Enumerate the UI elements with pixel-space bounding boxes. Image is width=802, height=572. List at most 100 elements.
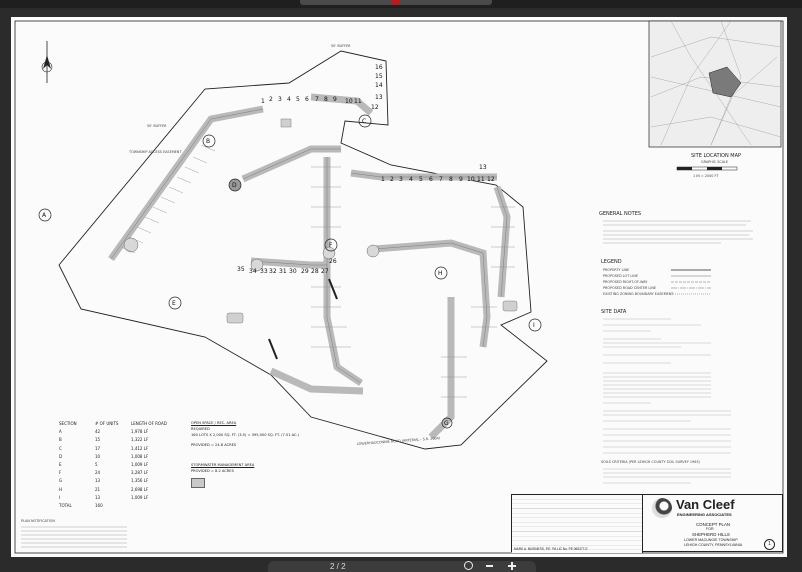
cell: 1,009 LF (131, 462, 149, 468)
table-row: B 15 1,322 LF (59, 436, 183, 444)
legend-item-label: PROPERTY LINE (603, 268, 629, 272)
page-indicator: 2 / 2 (330, 562, 346, 571)
stormwater-value: PROVIDED = 8.2 ACRES (191, 469, 234, 473)
plan-sheet: A B C D E F G H I 1 2 3 4 5 6 7 8 9 10 1… (11, 17, 787, 557)
scale-bar (676, 166, 738, 171)
lot-number: 12 (371, 104, 379, 111)
cell: 10 (95, 453, 101, 459)
lot-number: 7 (439, 176, 443, 183)
cell: 1,008 LF (131, 453, 149, 459)
section-label-b: B (206, 138, 210, 145)
table-header: SECTION # OF UNITS LENGTH OF ROAD (59, 420, 183, 428)
buffer-label-top: 50' BUFFER (331, 44, 351, 48)
lot-number: 6 (429, 176, 433, 183)
lot-number: 31 (279, 268, 287, 275)
lot-number: 11 (354, 98, 362, 105)
section-label-a: A (42, 212, 47, 219)
lot-number: 9 (333, 96, 337, 103)
table-total-row: TOTAL 160 (59, 502, 183, 510)
cell: 5 (95, 462, 98, 468)
scale-text: 1 IN = 2000 FT (693, 174, 719, 178)
lot-number: 15 (375, 73, 383, 80)
lot-number: 33 (260, 268, 268, 275)
lot-number: 5 (296, 96, 300, 103)
viewer-tab[interactable] (300, 0, 492, 5)
lot-number: 5 (419, 176, 423, 183)
site-data-title: SITE DATA (601, 309, 627, 315)
cell: 1,009 LF (131, 494, 149, 500)
legend: PROPERTY LINE PROPOSED LOT LINE PROPOSED… (603, 268, 711, 296)
lot-number: 29 (301, 268, 309, 275)
section-label-h: H (438, 270, 443, 277)
site-location-map (648, 20, 782, 148)
cell: C (59, 445, 62, 451)
close-indicator[interactable] (392, 0, 400, 5)
lot-number: 7 (315, 96, 319, 103)
lot-number: 14 (375, 82, 383, 89)
legend-item-label: EXISTING ZONING BOUNDARY EASEMENT (603, 292, 674, 296)
lot-number: 9 (459, 176, 463, 183)
lot-number: 30 (289, 268, 297, 275)
cell: 1,978 LF (131, 429, 149, 435)
legend-item-label: PROPOSED ROAD CENTER LINE (603, 286, 656, 290)
township: LOWER MACUNGIE TOWNSHIP (684, 538, 738, 542)
required-value: 160 LOTS X 2,000 SQ. FT. (3.5) = 395,000… (191, 433, 300, 437)
lot-number: 16 (375, 64, 383, 71)
zoom-in-icon[interactable] (508, 562, 516, 570)
lot-number: 6 (305, 96, 309, 103)
cell: 24 (95, 470, 101, 476)
cell: A (59, 429, 62, 435)
stormwater-basins (226, 118, 518, 324)
cell: 42 (95, 429, 101, 435)
cell: 17 (95, 445, 101, 451)
provided-label: PROVIDED = 24.8 ACRES (191, 443, 237, 447)
lot-number: 1 (261, 98, 265, 105)
cell: H (59, 486, 63, 492)
general-notes-text (603, 220, 753, 244)
company-subtitle: ENGINEERING ASSOCIATES (677, 512, 732, 517)
street-network (108, 93, 511, 440)
cell: 3,287 LF (131, 470, 149, 476)
total-units: 160 (95, 503, 103, 509)
lot-number: 13 (479, 164, 487, 171)
revision-table (512, 495, 643, 553)
lot-number: 4 (287, 96, 291, 103)
cell: G (59, 478, 63, 484)
graphic-scale-label: GRAPHIC SCALE (701, 160, 728, 164)
stormwater-swatch (191, 478, 205, 488)
company-logo (652, 498, 672, 518)
open-space-block: OPEN SPACE / REC. AREA REQUIRED 160 LOTS… (191, 420, 301, 488)
section-label-d: D (232, 182, 237, 189)
cell: 1,322 LF (131, 437, 149, 443)
column-header: LENGTH OF ROAD (131, 421, 167, 426)
lot-number: 32 (269, 268, 277, 275)
lot-number: 4 (409, 176, 413, 183)
company-name: Van Cleef (676, 497, 735, 512)
zoom-out-icon[interactable] (486, 565, 493, 567)
lot-number: 2 (390, 176, 394, 183)
lot-number: 34 (249, 268, 257, 275)
road-label: LOWERHAUCONNIE ROAD (ARTERIAL - S.R. 200… (357, 436, 441, 446)
soils-text (603, 468, 731, 484)
project-name: SHEPHERD HILLS (692, 532, 730, 537)
lot-number: 8 (449, 176, 453, 183)
column-header: # OF UNITS (95, 421, 119, 426)
total-label: TOTAL (59, 503, 72, 509)
lot-number: 26 (329, 258, 337, 265)
table-row: G 13 1,356 LF (59, 477, 183, 485)
sheet-number: 1 (764, 539, 775, 550)
lot-number: 11 (477, 176, 485, 183)
cell: 1,356 LF (131, 478, 149, 484)
section-label-c: C (362, 118, 366, 125)
page-toolbar: 2 / 2 (268, 561, 536, 572)
table-row: A 42 1,978 LF (59, 428, 183, 436)
cell: 13 (95, 494, 101, 500)
section-label-f: F (329, 242, 333, 249)
viewer-top-bar (0, 0, 802, 8)
zoom-fit-icon[interactable] (464, 561, 473, 570)
general-notes-title: GENERAL NOTES (599, 211, 641, 217)
lot-number: 1 (381, 176, 385, 183)
cell: 1,412 LF (131, 445, 149, 451)
legend-item-label: PROPOSED RIGHT-OF-WAY (603, 280, 648, 284)
soils-title: SOILS CRITERIA (PER LEHIGH COUNTY SOIL S… (601, 460, 701, 464)
